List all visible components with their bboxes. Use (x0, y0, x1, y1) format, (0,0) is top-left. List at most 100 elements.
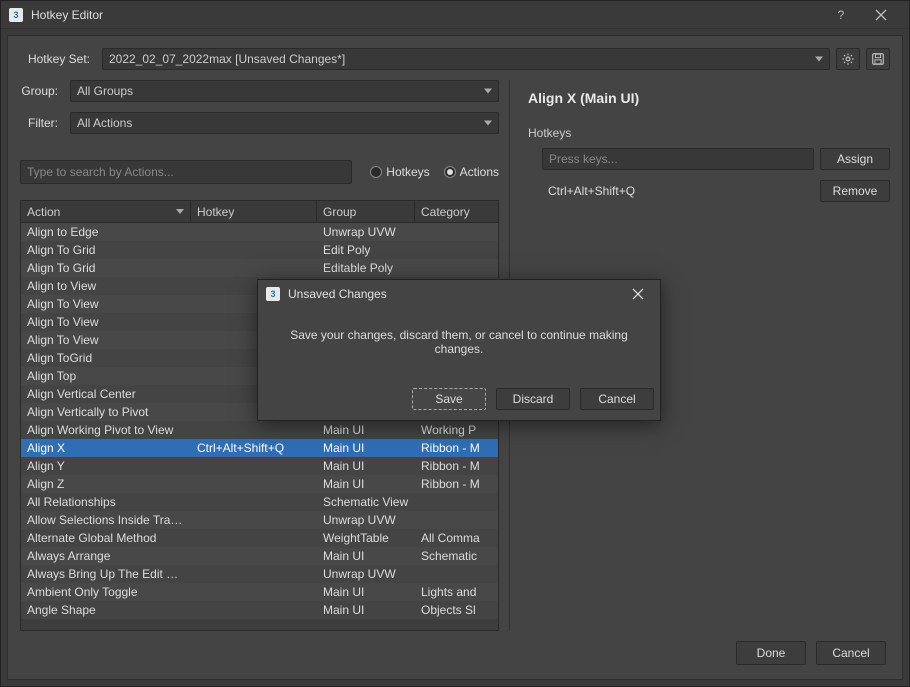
table-row[interactable]: Ambient Only ToggleMain UILights and (21, 583, 498, 601)
done-button[interactable]: Done (736, 641, 806, 665)
actions-radio[interactable]: Actions (444, 165, 499, 179)
table-cell: Unwrap UVW (317, 225, 415, 239)
radio-dot-selected (444, 166, 456, 178)
table-cell: Edit Poly (317, 243, 415, 257)
detail-title: Align X (Main UI) (528, 90, 890, 106)
assigned-list: Ctrl+Alt+Shift+Q Remove (530, 180, 890, 202)
assigned-hotkey-row: Ctrl+Alt+Shift+Q Remove (544, 180, 890, 202)
dialog-title: Unsaved Changes (288, 287, 624, 301)
table-row[interactable]: Always Bring Up The Edit Window Unwrap UV… (21, 565, 498, 583)
table-row[interactable]: Align YMain UIRibbon - M (21, 457, 498, 475)
table-cell: Ribbon - M (415, 459, 498, 473)
table-cell: Ctrl+Alt+Shift+Q (191, 441, 317, 455)
table-cell: Align To Grid (21, 261, 191, 275)
table-row[interactable]: Align Z Main UIRibbon - M (21, 475, 498, 493)
table-cell: Angle Shape (21, 603, 191, 617)
press-keys-input[interactable]: Press keys... (542, 148, 814, 170)
filter-dropdown[interactable]: All Actions (70, 112, 499, 134)
close-button[interactable] (861, 1, 901, 29)
dialog-save-button[interactable]: Save (412, 388, 486, 410)
dialog-message: Save your changes, discard them, or canc… (270, 328, 648, 356)
table-cell: Main UI (317, 441, 415, 455)
dialog-buttons: Save Discard Cancel (258, 388, 660, 420)
column-group[interactable]: Group (317, 201, 415, 222)
table-cell: Always Arrange (21, 549, 191, 563)
footer: Done Cancel (20, 631, 890, 667)
hotkey-set-dropdown[interactable]: 2022_02_07_2022max [Unsaved Changes*] (102, 48, 830, 70)
hotkeys-section-label: Hotkeys (528, 126, 890, 140)
cancel-button-label: Cancel (832, 646, 869, 660)
dialog-titlebar: 3 Unsaved Changes (258, 280, 660, 308)
column-action[interactable]: Action (21, 201, 191, 222)
gear-icon (841, 52, 855, 66)
table-cell: Align to Edge (21, 225, 191, 239)
table-cell: Align Vertically to Pivot (21, 405, 191, 419)
table-cell: Objects Sl (415, 603, 498, 617)
table-cell: Align To View (21, 333, 191, 347)
group-dropdown[interactable]: All Groups (70, 80, 499, 102)
save-preset-button[interactable] (866, 48, 890, 70)
settings-button[interactable] (836, 48, 860, 70)
table-cell: Ribbon - M (415, 477, 498, 491)
chevron-down-icon (815, 57, 823, 62)
dialog-discard-label: Discard (513, 392, 554, 406)
column-group-label: Group (323, 205, 356, 219)
table-row[interactable]: Align to Edge Unwrap UVW (21, 223, 498, 241)
table-cell: Align To View (21, 297, 191, 311)
column-category-label: Category (421, 205, 470, 219)
table-cell: Ribbon - M (415, 441, 498, 455)
table-row[interactable]: Alternate Global MethodWeightTableAll Co… (21, 529, 498, 547)
hotkey-set-row: Hotkey Set: 2022_02_07_2022max [Unsaved … (20, 48, 890, 70)
dialog-close-button[interactable] (624, 280, 652, 308)
table-cell: Main UI (317, 423, 415, 437)
table-cell: Unwrap UVW (317, 513, 415, 527)
table-row[interactable]: Align XCtrl+Alt+Shift+QMain UIRibbon - M (21, 439, 498, 457)
cancel-button[interactable]: Cancel (816, 641, 886, 665)
dialog-save-label: Save (435, 392, 462, 406)
remove-button[interactable]: Remove (820, 180, 890, 202)
table-cell: Main UI (317, 459, 415, 473)
radio-group: Hotkeys Actions (370, 165, 499, 179)
search-row: Type to search by Actions... Hotkeys Act… (20, 160, 499, 184)
table-row[interactable]: Align To Grid Editable Poly (21, 259, 498, 277)
help-button[interactable]: ? (821, 1, 861, 29)
table-cell: Allow Selections Inside Tranform ... (21, 513, 191, 527)
table-cell: Working P (415, 423, 498, 437)
assign-button-label: Assign (837, 152, 873, 166)
hotkeys-radio[interactable]: Hotkeys (370, 165, 429, 179)
table-row[interactable]: Angle Shape Main UIObjects Sl (21, 601, 498, 619)
table-cell: Align Z (21, 477, 191, 491)
dialog-body: Save your changes, discard them, or canc… (258, 308, 660, 388)
table-cell: Align Top (21, 369, 191, 383)
search-input[interactable]: Type to search by Actions... (20, 160, 352, 184)
assign-button[interactable]: Assign (820, 148, 890, 170)
table-cell: Align Working Pivot to View (21, 423, 191, 437)
table-cell: Main UI (317, 477, 415, 491)
table-row[interactable]: Align To GridEdit Poly (21, 241, 498, 259)
table-cell: Editable Poly (317, 261, 415, 275)
table-cell: Unwrap UVW (317, 567, 415, 581)
assigned-hotkey-text: Ctrl+Alt+Shift+Q (544, 184, 812, 198)
column-hotkey-label: Hotkey (197, 205, 234, 219)
table-cell: Alternate Global Method (21, 531, 191, 545)
table-row[interactable]: Allow Selections Inside Tranform ... Unwr… (21, 511, 498, 529)
table-cell: Main UI (317, 603, 415, 617)
table-cell: Schematic View (317, 495, 415, 509)
group-label: Group: (20, 84, 64, 98)
column-hotkey[interactable]: Hotkey (191, 201, 317, 222)
hotkeys-section: Hotkeys Press keys... Assign Ctrl+Alt+Sh… (528, 126, 890, 208)
table-cell: Always Bring Up The Edit Window (21, 567, 191, 581)
column-category[interactable]: Category (415, 201, 498, 222)
save-icon (871, 52, 885, 66)
dialog-discard-button[interactable]: Discard (496, 388, 570, 410)
dialog-cancel-label: Cancel (598, 392, 635, 406)
chevron-down-icon (484, 121, 492, 126)
filter-row: Filter: All Actions (20, 112, 499, 134)
table-cell: Align ToGrid (21, 351, 191, 365)
table-row[interactable]: Align Working Pivot to View Main UIWorkin… (21, 421, 498, 439)
hotkey-set-label: Hotkey Set: (20, 52, 96, 66)
table-row[interactable]: Always ArrangeMain UISchematic (21, 547, 498, 565)
table-row[interactable]: All RelationshipsSchematic View (21, 493, 498, 511)
dialog-cancel-button[interactable]: Cancel (580, 388, 654, 410)
hotkey-set-value: 2022_02_07_2022max [Unsaved Changes*] (109, 52, 345, 66)
